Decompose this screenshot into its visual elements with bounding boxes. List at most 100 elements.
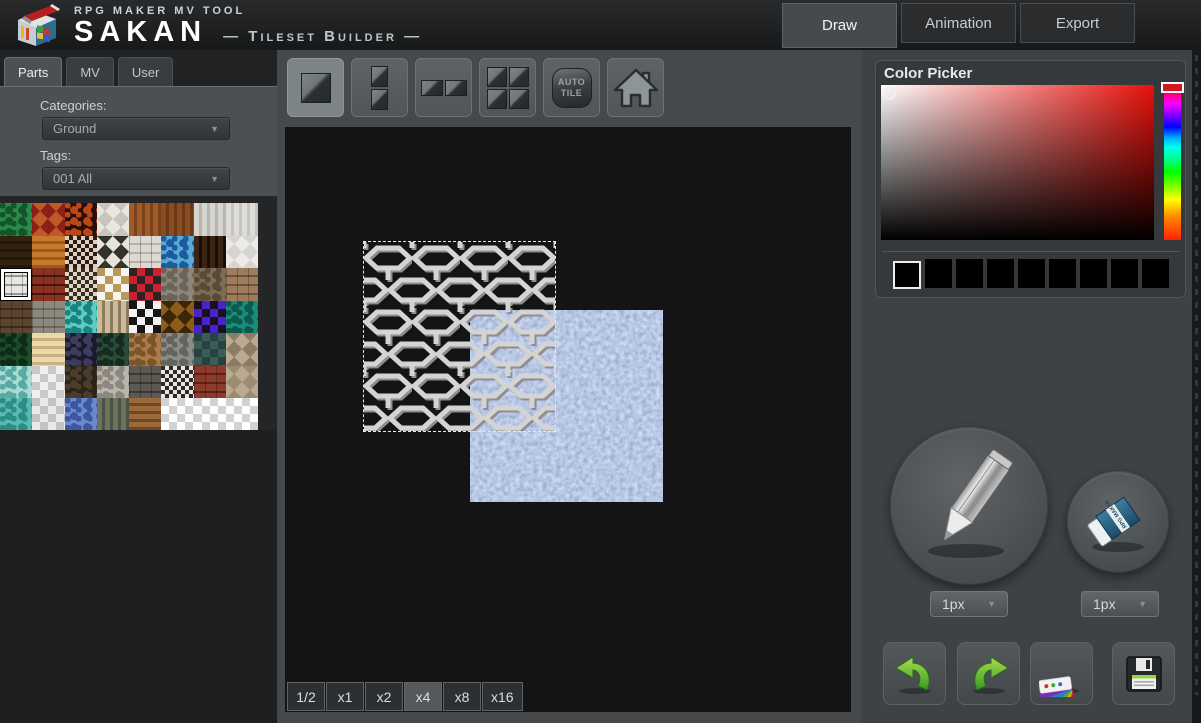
sidebar-tab-user[interactable]: User <box>118 57 173 86</box>
current-color-swatch[interactable] <box>893 261 921 289</box>
palette-tile-brown-brick[interactable] <box>226 268 258 301</box>
eraser-tool-button[interactable]: RPG MAKER <box>1067 471 1169 573</box>
palette-tile-teal-stone[interactable] <box>226 301 258 334</box>
palette-tile-bw-checker[interactable] <box>129 301 161 334</box>
tab-draw[interactable]: Draw <box>782 3 897 48</box>
palette-tile-tan-lace-2[interactable] <box>226 366 258 399</box>
categories-select[interactable]: Ground ▼ <box>42 117 230 140</box>
palette-tile-ornate-circles[interactable] <box>65 268 97 301</box>
zoom-1-2[interactable]: 1/2 <box>287 682 325 711</box>
palette-tile-white-brick[interactable] <box>0 268 32 301</box>
palette-tile-cobble-circle[interactable] <box>97 366 129 399</box>
zoom-x8[interactable]: x8 <box>443 682 481 711</box>
hue-slider[interactable] <box>1164 85 1181 240</box>
horizontal-2-tiles-button[interactable] <box>415 58 472 117</box>
palette-tile-dark-fence[interactable] <box>194 236 226 269</box>
quad-tiles-button[interactable] <box>479 58 536 117</box>
palette-tile-purple-checker[interactable] <box>194 301 226 334</box>
palette-tile-white-metal-2[interactable] <box>32 398 64 430</box>
palette-tile-wood-diagonal[interactable] <box>129 203 161 236</box>
tags-select[interactable]: 001 All ▼ <box>42 167 230 190</box>
palette-tile-brown-dirt[interactable] <box>129 333 161 366</box>
auto-tile-button[interactable]: AUTO TILE <box>543 58 600 117</box>
palette-tile-white-planks[interactable] <box>194 203 226 236</box>
tile-selection[interactable] <box>363 241 556 432</box>
zoom-x1[interactable]: x1 <box>326 682 364 711</box>
palette-tile-black-web[interactable] <box>65 333 97 366</box>
palette-tile-emboss-tile[interactable] <box>226 236 258 269</box>
palette-tile-gold-window[interactable] <box>97 268 129 301</box>
swatch-1[interactable] <box>925 259 952 288</box>
palette-tile-wood-planks[interactable] <box>129 398 161 430</box>
swatch-7[interactable] <box>1111 259 1138 288</box>
zoom-x2[interactable]: x2 <box>365 682 403 711</box>
palette-tile-red-brick-2[interactable] <box>194 366 226 399</box>
eraser-size-select[interactable]: 1px ▼ <box>1081 591 1159 617</box>
single-tile-button[interactable] <box>287 58 344 117</box>
swatch-5[interactable] <box>1049 259 1076 288</box>
saturation-value-field[interactable] <box>881 85 1154 240</box>
undo-button[interactable] <box>883 642 946 705</box>
zoom-x16[interactable]: x16 <box>482 682 523 711</box>
sidebar-tab-parts[interactable]: Parts <box>4 57 62 86</box>
swatch-3[interactable] <box>987 259 1014 288</box>
vertical-2-tiles-button[interactable] <box>351 58 408 117</box>
palette-tile-ornate-brown[interactable] <box>65 236 97 269</box>
palette-tile-teal-glass-2[interactable] <box>0 398 32 430</box>
palette-scrollbar[interactable] <box>258 196 277 430</box>
window-scrollbar[interactable] <box>1192 0 1201 723</box>
palette-tile-ornate-bw[interactable] <box>161 366 193 399</box>
zoom-x4[interactable]: x4 <box>404 682 442 711</box>
building-button[interactable] <box>607 58 664 117</box>
palette-tile-transparent[interactable] <box>161 398 193 430</box>
palette-tile-teal-glassblock[interactable] <box>65 301 97 334</box>
palette-tile-gray-stone-2[interactable] <box>161 333 193 366</box>
palette-tile-transparent[interactable] <box>194 398 226 430</box>
save-button[interactable] <box>1112 642 1175 705</box>
sidebar-tab-mv[interactable]: MV <box>66 57 114 86</box>
palette-tile-brown-smallbrick[interactable] <box>0 301 32 334</box>
palette-tile-red-brick[interactable] <box>32 268 64 301</box>
swatch-4[interactable] <box>1018 259 1045 288</box>
palette-tile-transparent[interactable] <box>226 398 258 430</box>
tab-animation[interactable]: Animation <box>901 3 1016 43</box>
palette-tile-tan-lace[interactable] <box>226 333 258 366</box>
redo-button[interactable] <box>957 642 1020 705</box>
palette-tile-white-metal[interactable] <box>32 366 64 399</box>
drawing-canvas[interactable]: 1/2x1x2x4x8x16 <box>285 127 851 712</box>
palette-tile-dark-leaves[interactable] <box>65 366 97 399</box>
palette-tile-red-kaleido[interactable] <box>32 203 64 236</box>
palette-tile-teal-squares[interactable] <box>194 333 226 366</box>
palette-tile-gold-ornate[interactable] <box>161 301 193 334</box>
palette-tile-grass[interactable] <box>0 203 32 236</box>
hue-cursor[interactable] <box>1161 82 1184 93</box>
pencil-tool-button[interactable] <box>890 427 1048 585</box>
palette-tile-sand-waves[interactable] <box>32 333 64 366</box>
palette-tile-white-stone[interactable] <box>129 236 161 269</box>
palette-tile-darkgreen-stone[interactable] <box>0 333 32 366</box>
tab-export[interactable]: Export <box>1020 3 1135 43</box>
palette-tile-birch-fence[interactable] <box>97 301 129 334</box>
palette-tile-teal-glass[interactable] <box>0 366 32 399</box>
palette-button[interactable] <box>1030 642 1093 705</box>
palette-tile-cobblestones[interactable] <box>129 366 161 399</box>
palette-tile-red-checker[interactable] <box>129 268 161 301</box>
palette-tile-dark-soil[interactable] <box>0 236 32 269</box>
palette-tile-crackle-stone[interactable] <box>194 268 226 301</box>
palette-tile-orange-planks[interactable] <box>32 236 64 269</box>
palette-tile-blue-crystal[interactable] <box>161 236 193 269</box>
swatch-2[interactable] <box>956 259 983 288</box>
palette-tile-white-diamond-tile[interactable] <box>97 203 129 236</box>
swatch-8[interactable] <box>1142 259 1169 288</box>
palette-tile-green-stripes[interactable] <box>97 398 129 430</box>
sv-cursor[interactable] <box>883 87 896 100</box>
palette-tile-marble-diamond[interactable] <box>97 236 129 269</box>
palette-tile-gray-stone[interactable] <box>161 268 193 301</box>
swatch-6[interactable] <box>1080 259 1107 288</box>
palette-tile-green-scales[interactable] <box>97 333 129 366</box>
palette-tile-parquet[interactable] <box>161 203 193 236</box>
pencil-size-select[interactable]: 1px ▼ <box>930 591 1008 617</box>
palette-tile-lava-rock[interactable] <box>65 203 97 236</box>
palette-tile-light-planks[interactable] <box>226 203 258 236</box>
palette-tile-gray-brick[interactable] <box>32 301 64 334</box>
